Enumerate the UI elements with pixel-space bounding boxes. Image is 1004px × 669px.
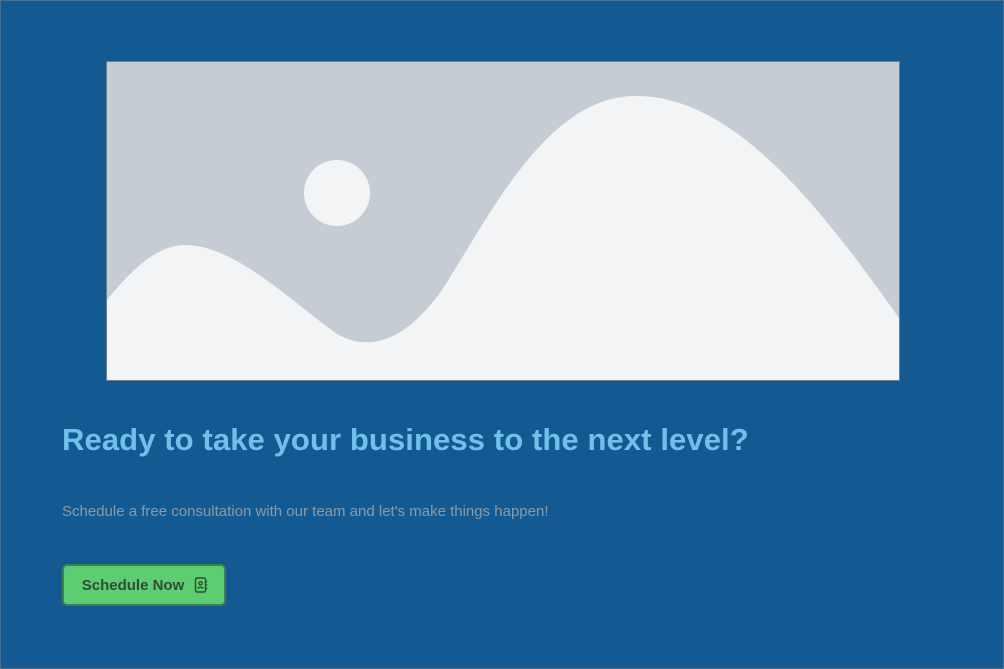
schedule-now-button[interactable]: Schedule Now bbox=[62, 564, 226, 606]
page-subtext: Schedule a free consultation with our te… bbox=[62, 503, 549, 520]
hero-image bbox=[106, 61, 900, 381]
contact-book-icon bbox=[194, 577, 208, 593]
image-placeholder-icon bbox=[107, 62, 899, 380]
placeholder-sun bbox=[304, 160, 370, 226]
page-frame: Ready to take your business to the next … bbox=[0, 0, 1004, 669]
page-headline: Ready to take your business to the next … bbox=[62, 422, 749, 457]
schedule-now-label: Schedule Now bbox=[81, 576, 185, 594]
